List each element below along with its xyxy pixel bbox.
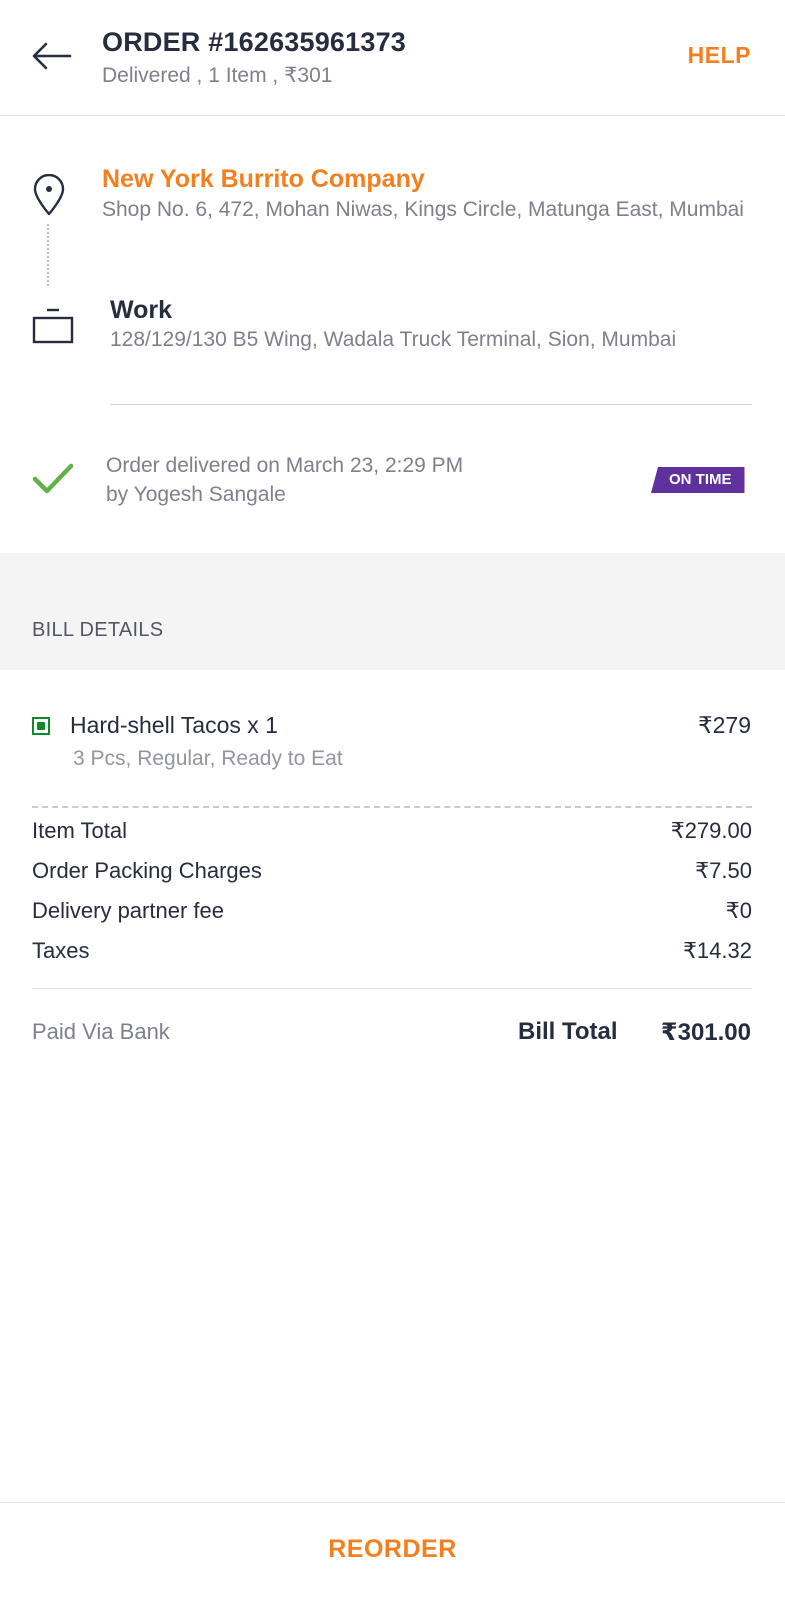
help-button[interactable]: HELP <box>688 42 751 69</box>
charge-label: Taxes <box>32 938 90 963</box>
bill-total-label: Bill Total <box>518 1018 618 1045</box>
item-description: 3 Pcs, Regular, Ready to Eat <box>73 747 343 770</box>
charge-value: ₹14.32 <box>682 938 752 963</box>
order-summary: Delivered , 1 Item , ₹301 <box>102 64 333 87</box>
briefcase-icon <box>32 307 74 347</box>
bill-total-value: ₹301.00 <box>660 1019 751 1046</box>
reorder-button[interactable]: REORDER <box>0 1535 785 1564</box>
back-button[interactable] <box>30 38 74 74</box>
order-header: ORDER #162635961373 Delivered , 1 Item ,… <box>0 0 785 116</box>
divider <box>32 988 752 989</box>
divider <box>110 404 752 405</box>
delivery-partner: by Yogesh Sangale <box>106 483 286 506</box>
delivery-time: Order delivered on March 23, 2:29 PM <box>106 454 464 477</box>
destination-label: Work <box>110 296 173 324</box>
charge-row-taxes: Taxes ₹14.32 <box>32 938 752 968</box>
charge-row-delivery-fee: Delivery partner fee ₹0 <box>32 898 752 928</box>
charge-label: Item Total <box>32 818 127 843</box>
on-time-badge: ON TIME <box>651 467 745 493</box>
charge-row-packing: Order Packing Charges ₹7.50 <box>32 858 752 888</box>
dashed-divider <box>32 806 752 808</box>
restaurant-name: New York Burrito Company <box>102 165 425 193</box>
charge-value: ₹7.50 <box>695 858 752 883</box>
payment-method: Paid Via Bank <box>32 1019 170 1044</box>
delivery-status: Order delivered on March 23, 2:29 PM by … <box>106 451 606 509</box>
footer-bar: REORDER <box>0 1502 785 1600</box>
veg-indicator-icon <box>32 717 50 735</box>
charge-row-item-total: Item Total ₹279.00 <box>32 818 752 848</box>
restaurant-address: Shop No. 6, 472, Mohan Niwas, Kings Circ… <box>102 198 744 221</box>
order-title: ORDER #162635961373 <box>102 27 407 57</box>
arrow-left-icon <box>32 42 72 70</box>
item-price: ₹279 <box>697 712 751 738</box>
item-name: Hard-shell Tacos x 1 <box>70 712 278 738</box>
charge-value: ₹279.00 <box>670 818 752 843</box>
charge-value: ₹0 <box>725 898 752 923</box>
destination-address: 128/129/130 B5 Wing, Wadala Truck Termin… <box>110 328 677 351</box>
charge-label: Order Packing Charges <box>32 858 262 883</box>
check-icon <box>32 462 74 496</box>
bill-details-heading: BILL DETAILS <box>32 619 164 641</box>
route-connector <box>47 224 49 286</box>
map-pin-icon <box>32 173 66 216</box>
bill-details-band <box>0 553 785 670</box>
charge-label: Delivery partner fee <box>32 898 224 923</box>
